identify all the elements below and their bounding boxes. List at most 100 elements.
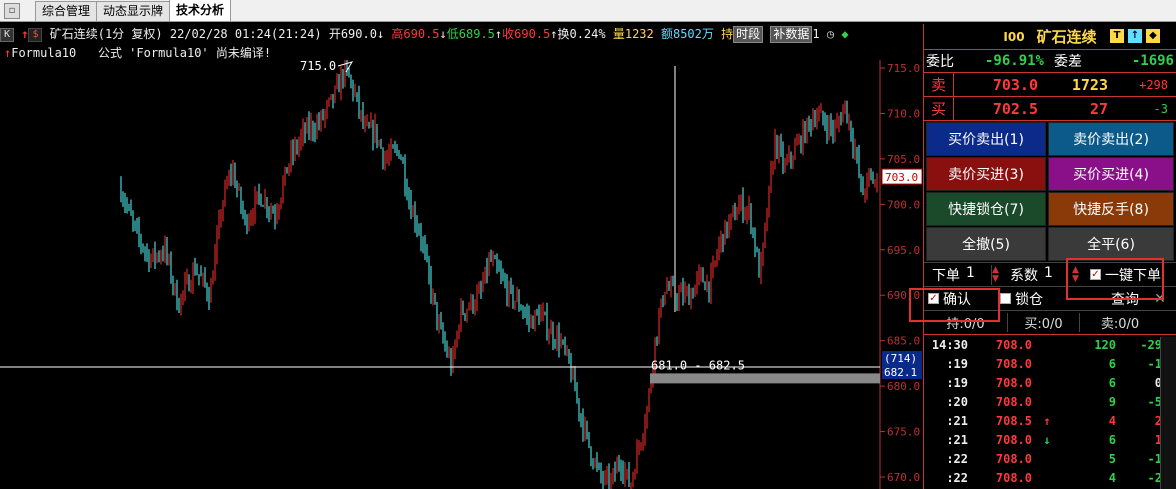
tab-dynamic-board[interactable]: 动态显示牌 (96, 1, 171, 21)
trades-scrollbar[interactable] (1160, 337, 1176, 489)
trade-time: :21 (946, 413, 968, 428)
diamond-icon[interactable]: ◆ (1146, 29, 1160, 43)
open-value: 开690.0 (328, 27, 377, 41)
arrow-button[interactable]: ↑ (21, 27, 28, 41)
trade-row: :19 708.0 6 0 (924, 373, 1176, 392)
trade-time: :21 (946, 432, 968, 447)
trade-time: 14:30 (931, 337, 968, 352)
trade-volume: 5 (1108, 451, 1116, 466)
fill-data-button[interactable]: 补数据 (770, 26, 813, 43)
trade-change: -1 (1147, 451, 1162, 466)
order-button[interactable]: 买价买进(4) (1048, 157, 1174, 191)
range-label: 681.0 - 682.5 (651, 358, 745, 372)
order-button[interactable]: 快捷反手(8) (1048, 192, 1174, 226)
turnover: 换0.24% (557, 27, 606, 41)
trade-volume: 9 (1108, 394, 1116, 409)
trade-volume: 120 (1094, 337, 1116, 352)
phase-button[interactable]: 时段 (733, 26, 764, 43)
t-icon[interactable]: T (1110, 29, 1124, 43)
trade-row: 14:30 708.0 120 -29 (924, 335, 1176, 354)
datetime: 22/02/28 01:24(21:24) (169, 27, 322, 41)
order-button[interactable]: 全平(6) (1048, 227, 1174, 261)
buy-position: 买:0/0 (1008, 313, 1080, 332)
weibi-value: -96.91% (984, 53, 1044, 69)
tab-comprehensive[interactable]: 综合管理 (35, 1, 98, 21)
checkbox-empty-icon (1000, 293, 1011, 304)
order-button[interactable]: 快捷锁仓(7) (926, 192, 1046, 226)
formula-message: 公式 'Formula10' 尚未编译! (97, 46, 272, 60)
price-tick-label: 705.0 (887, 153, 920, 166)
up-arrow-icon[interactable]: ↑ (1128, 29, 1142, 43)
candles (120, 60, 878, 489)
price-tick-label: 695.0 (887, 244, 920, 257)
bid-volume: 27 (1089, 99, 1108, 118)
trade-price: 708.0 (995, 375, 1032, 390)
instrument-code: I00 (1003, 29, 1025, 44)
trade-price: 708.0 (995, 451, 1032, 466)
clock-icon[interactable]: ◷ (827, 27, 834, 41)
qty-spinner[interactable]: ▲ ▼ (992, 265, 1002, 284)
trade-change: -1 (1147, 356, 1162, 371)
diamond-icon[interactable]: ◆ (841, 27, 848, 41)
bid-price[interactable]: 702.5 (954, 100, 1038, 118)
ask-row: 卖 703.0 1723 +298 (924, 72, 1176, 96)
order-button[interactable]: 卖价买进(3) (926, 157, 1046, 191)
trade-time: :22 (946, 451, 968, 466)
volume: 量1232 (612, 27, 654, 41)
trade-time: :20 (946, 394, 968, 409)
weicha-value: -1696 (1131, 53, 1174, 69)
app-icon[interactable]: ▫ (4, 3, 20, 19)
highlight-confirm (909, 288, 1000, 322)
highlight-one-key (1066, 258, 1164, 300)
trade-time: :19 (946, 356, 968, 371)
ask-volume: 1723 (1071, 75, 1108, 94)
coef-field[interactable]: 系数 1 (1002, 265, 1072, 285)
candlestick-chart[interactable]: 715.0710.0705.0700.0695.0690.0685.0680.0… (0, 60, 922, 489)
order-buttons: 买价卖出(1) 卖价卖出(2) 卖价买进(3) 买价买进(4) 快捷锁仓(7) 快捷反手(… (924, 120, 1176, 262)
formula-line: ↑Formula10 公式 'Formula10' 尚未编译! (4, 44, 271, 61)
trade-arrow: ↑ (1043, 413, 1051, 428)
price-tick-label: 700.0 (887, 198, 920, 211)
trade-change: -2 (1147, 470, 1162, 485)
dollar-button[interactable]: $ (28, 27, 43, 42)
weicha-label: 委差 (1054, 54, 1082, 70)
trade-volume: 4 (1108, 470, 1116, 485)
trade-change: -29 (1140, 337, 1162, 352)
order-button[interactable]: 卖价卖出(2) (1048, 122, 1174, 156)
trade-change: 1 (1154, 432, 1162, 447)
quote-panel: I00 矿石连续 T ↑ ◆ 委比 -96.91% 委差 -1696 卖 703… (923, 24, 1176, 489)
bid-row: 买 702.5 27 -3 (924, 96, 1176, 120)
trade-change: 0 (1154, 375, 1162, 390)
digit-label: 1 (812, 27, 820, 41)
price-tick-label: 675.0 (887, 426, 920, 439)
qty-value[interactable]: 1 (966, 265, 975, 285)
instrument-title: 矿石连续 (1036, 28, 1097, 46)
position-label: 持 (721, 27, 734, 41)
cursor-bar-index: (714) (884, 352, 917, 365)
coef-value[interactable]: 1 (1044, 265, 1053, 285)
trade-volume: 6 (1108, 375, 1116, 390)
ask-price[interactable]: 703.0 (954, 76, 1038, 94)
ask-label: 卖 (924, 73, 954, 96)
trade-price: 708.5 (995, 413, 1032, 428)
trade-row: :19 708.0 6 -1 (924, 354, 1176, 373)
trade-price: 708.0 (995, 337, 1032, 352)
order-button[interactable]: 买价卖出(1) (926, 122, 1046, 156)
coef-label: 系数 (1010, 267, 1038, 284)
weibi-label: 委比 (926, 54, 954, 70)
price-axis: 715.0710.0705.0700.0695.0690.0685.0680.0… (880, 62, 920, 484)
peak-label: 715.0 (300, 60, 336, 73)
qty-field[interactable]: 下单 1 (924, 264, 992, 285)
trade-price: 708.0 (995, 356, 1032, 371)
bid-change: -3 (1153, 101, 1168, 116)
tab-bar: ▫ 综合管理 动态显示牌 技术分析 (0, 0, 1176, 22)
range-band (650, 373, 880, 384)
k-button[interactable]: K (0, 27, 14, 42)
trade-row: :22 708.0 4 -2 (924, 468, 1176, 487)
high-value: 高690.5 (391, 27, 440, 41)
order-ratio-row: 委比 -96.91% 委差 -1696 (924, 50, 1176, 72)
close-value: 收690.5 (502, 27, 551, 41)
order-button[interactable]: 全撤(5) (926, 227, 1046, 261)
tab-technical-analysis[interactable]: 技术分析 (169, 0, 232, 21)
trade-row: :20 708.0 9 -5 (924, 392, 1176, 411)
